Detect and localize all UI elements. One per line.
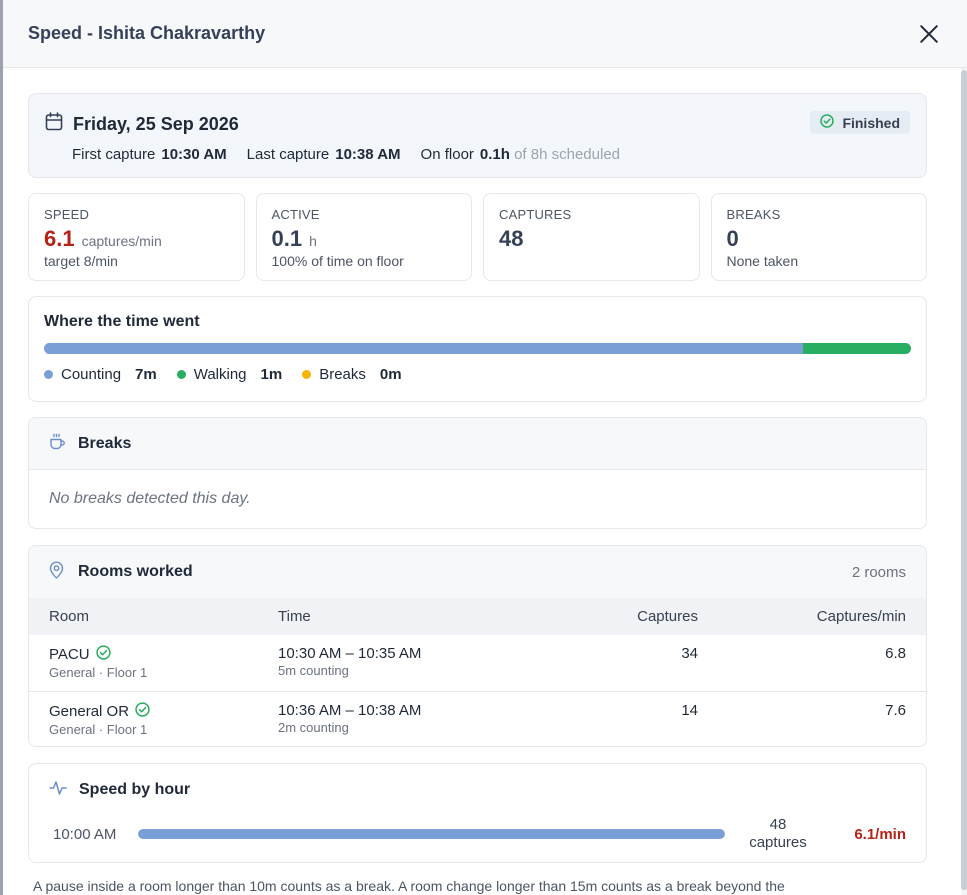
- hour-captures: 48 captures: [733, 816, 823, 852]
- last-capture: Last capture 10:38 AM: [246, 146, 401, 163]
- room-duration: 2m counting: [278, 719, 349, 735]
- stat-value: 0.1: [271, 226, 303, 251]
- legend-dot: [44, 370, 53, 379]
- legend-item-counting: Counting 7m: [44, 366, 157, 383]
- stat-active: ACTIVE 0.1 h 100% of time on floor: [255, 193, 472, 281]
- hour-captures-word: captures: [749, 834, 807, 851]
- status-badge: Finished: [810, 111, 910, 134]
- time-breakdown-title: Where the time went: [44, 313, 200, 330]
- stat-sub: 100% of time on floor: [271, 253, 404, 269]
- coffee-cup-icon: [49, 433, 66, 455]
- modal-content: Friday, 25 Sep 2026 Finished First captu…: [28, 93, 927, 894]
- hour-bar-track: [138, 829, 725, 839]
- activity-icon: [49, 780, 67, 801]
- column-header-captures: Captures: [508, 598, 718, 635]
- scrollbar-thumb[interactable]: [961, 70, 967, 890]
- time-breakdown-legend: Counting 7m Walking 1m Breaks 0m: [44, 366, 911, 383]
- hour-rate: 6.1/min: [854, 825, 906, 843]
- rooms-table: Room Time Captures Captures/min PACU Gen…: [29, 598, 926, 747]
- legend-item-walking: Walking 1m: [176, 366, 283, 383]
- speed-modal: Speed - Ishita Chakravarthy Friday, 25 S…: [3, 0, 967, 895]
- status-text: Finished: [842, 114, 900, 131]
- room-rate: 7.6: [718, 690, 926, 747]
- room-location: General · Floor 1: [49, 665, 148, 680]
- stat-unit: h: [309, 233, 317, 249]
- stat-unit: captures/min: [81, 233, 162, 249]
- legend-dot: [302, 370, 312, 379]
- stat-label: SPEED: [44, 207, 90, 222]
- room-rate: 6.8: [885, 645, 906, 662]
- room-location: General · Floor 1: [49, 721, 148, 737]
- footnote: A pause inside a room longer than 10m co…: [33, 878, 785, 894]
- on-floor: On floor 0.1h of 8h scheduled: [420, 146, 621, 163]
- rooms-count: 2 rooms: [851, 563, 906, 581]
- room-time: 10:30 AM – 10:35 AM: [278, 645, 422, 662]
- stat-speed: SPEED 6.1 captures/min target 8/min: [28, 193, 245, 281]
- legend-item-breaks: Breaks 0m: [302, 366, 402, 383]
- legend-value: 7m: [135, 366, 157, 383]
- stat-breaks: BREAKS 0 None taken: [710, 193, 927, 281]
- time-segment-counting: [44, 343, 803, 354]
- modal-title: Speed - Ishita Chakravarthy: [28, 23, 266, 43]
- legend-label: Breaks: [319, 366, 366, 383]
- breaks-header: Breaks: [29, 418, 926, 470]
- room-captures: 14: [508, 690, 718, 747]
- rooms-card: Rooms worked 2 rooms Room Time Captures …: [28, 545, 927, 747]
- day-summary-card: Friday, 25 Sep 2026 Finished First captu…: [28, 93, 927, 178]
- stat-value: 48: [499, 226, 524, 251]
- stat-sub: target 8/min: [44, 253, 118, 269]
- capture-meta: First capture 10:30 AM Last capture 10:38 …: [45, 146, 910, 163]
- hour-captures-number: 48: [769, 816, 787, 833]
- column-header-room: Room: [29, 598, 258, 635]
- legend-dot: [176, 370, 186, 379]
- legend-label: Walking: [193, 366, 247, 383]
- legend-value: 1m: [260, 366, 283, 383]
- stat-value: 0: [726, 226, 739, 251]
- stat-label: BREAKS: [726, 207, 781, 222]
- room-time: 10:36 AM – 10:38 AM: [278, 701, 422, 719]
- map-pin-icon: [49, 561, 64, 584]
- room-captures: 34: [681, 645, 698, 662]
- stat-sub: None taken: [726, 253, 799, 269]
- modal-header: Speed - Ishita Chakravarthy: [3, 0, 967, 68]
- time-breakdown-bar: [44, 343, 911, 354]
- close-icon[interactable]: [916, 21, 942, 47]
- calendar-icon: [45, 112, 63, 136]
- table-row[interactable]: General OR General · Floor 1 10:36 AM – …: [29, 690, 926, 747]
- speed-by-hour-title: Speed by hour: [79, 781, 191, 798]
- speed-by-hour-header: Speed by hour: [29, 764, 926, 816]
- table-row[interactable]: PACU General · Floor 1 10:30 AM – 10:35 …: [29, 635, 926, 691]
- check-circle-icon: [95, 645, 111, 664]
- stat-value: 6.1: [44, 226, 75, 251]
- room-name: General OR: [49, 702, 130, 720]
- rooms-header: Rooms worked 2 rooms: [29, 546, 926, 598]
- column-header-rate: Captures/min: [718, 598, 926, 635]
- legend-label: Counting: [61, 366, 122, 383]
- legend-value: 0m: [379, 366, 402, 383]
- hour-bar-fill: [138, 829, 725, 839]
- breaks-title: Breaks: [78, 434, 132, 452]
- stat-captures: CAPTURES 48: [483, 193, 700, 281]
- stat-label: ACTIVE: [271, 207, 320, 222]
- check-circle-icon: [135, 701, 150, 721]
- day-date: Friday, 25 Sep 2026: [73, 113, 239, 134]
- rooms-title: Rooms worked: [78, 563, 193, 580]
- first-capture: First capture 10:30 AM: [72, 146, 227, 163]
- room-name: PACU: [49, 646, 90, 663]
- speed-by-hour-card: Speed by hour 10:00 AM 48 captures 6.1/m…: [28, 763, 927, 863]
- column-header-time: Time: [258, 598, 508, 635]
- stat-label: CAPTURES: [499, 207, 572, 222]
- time-breakdown-card: Where the time went Counting 7m Walking 1m B…: [28, 296, 927, 402]
- check-circle-icon: [820, 114, 835, 131]
- hour-row: 10:00 AM 48 captures 6.1/min: [29, 816, 926, 852]
- room-duration: 5m counting: [278, 663, 349, 678]
- time-segment-walking: [802, 343, 911, 354]
- breaks-card: Breaks No breaks detected this day.: [28, 417, 927, 529]
- hour-label: 10:00 AM: [53, 825, 117, 843]
- breaks-empty-state: No breaks detected this day.: [49, 490, 251, 507]
- stats-row: SPEED 6.1 captures/min target 8/min ACTI…: [28, 193, 927, 281]
